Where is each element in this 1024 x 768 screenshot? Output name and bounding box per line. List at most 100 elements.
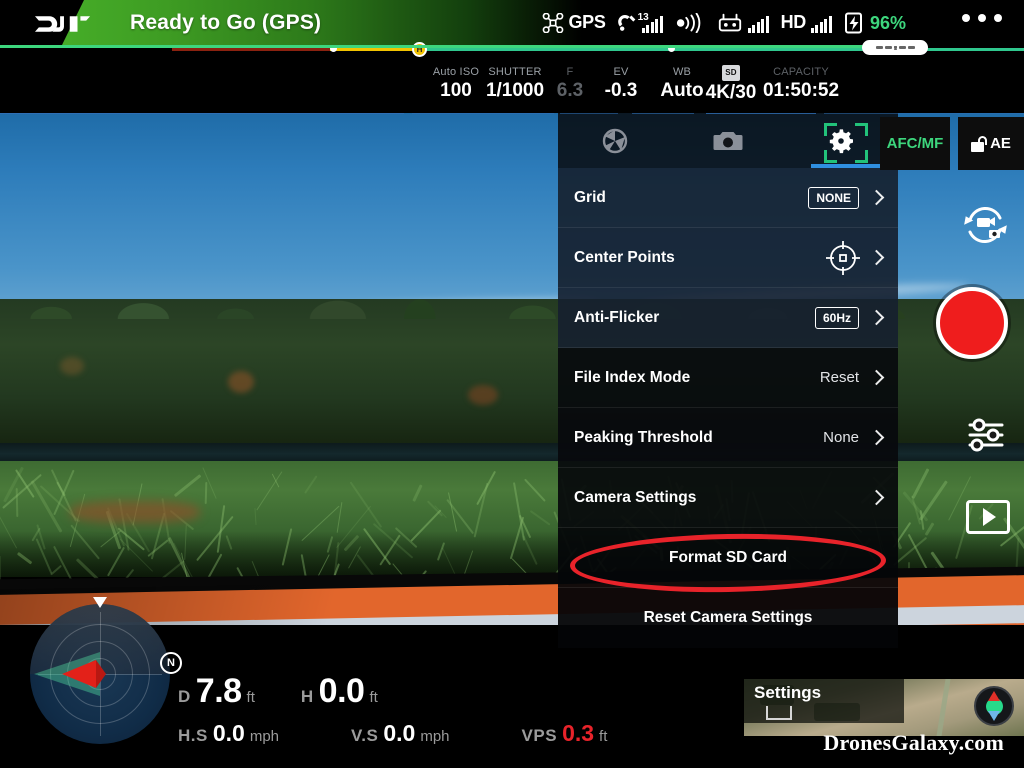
flight-status-title: Ready to Go (GPS) — [130, 11, 321, 35]
v-speed-unit: mph — [420, 728, 449, 745]
setting-row-anti-flicker[interactable]: Anti-Flicker 60Hz — [558, 288, 898, 348]
setting-label: File Index Mode — [574, 369, 690, 387]
grass-blade — [530, 510, 550, 525]
setting-label: Reset Camera Settings — [644, 609, 813, 627]
chevron-right-icon — [869, 430, 885, 446]
line-segment-yellow — [330, 48, 412, 51]
h-speed-key: H.S — [178, 726, 208, 746]
dji-logo[interactable] — [34, 12, 92, 36]
sd-card-chip: SD — [722, 65, 740, 81]
telemetry-height: H 0.0 ft — [301, 672, 378, 711]
param-aperture-value: 6.3 — [548, 79, 592, 103]
hd-label: HD — [781, 12, 806, 33]
autumn-foliage — [60, 357, 84, 375]
map-compass-icon[interactable] — [974, 686, 1014, 726]
param-capacity-label: CAPACITY — [756, 65, 846, 79]
param-ev[interactable]: EV -0.3 — [592, 65, 650, 103]
setting-label: Peaking Threshold — [574, 429, 713, 447]
compass-south-needle — [988, 711, 1000, 721]
remote-controller-group[interactable] — [717, 13, 769, 33]
setting-row-center-points[interactable]: Center Points — [558, 228, 898, 288]
setting-label: Anti-Flicker — [574, 309, 659, 327]
param-sd-value: 4K/30 — [700, 81, 762, 105]
record-shutter-button[interactable] — [936, 287, 1008, 359]
battery-level-bar — [0, 45, 874, 48]
transmission-wave-icon — [675, 13, 705, 33]
height-value: 0.0 — [319, 672, 365, 711]
file-index-mode-value: Reset — [820, 369, 859, 386]
setting-label: Format SD Card — [669, 549, 787, 567]
battery-group[interactable]: 96% — [844, 12, 906, 34]
grass-blade — [174, 474, 202, 497]
param-iso[interactable]: Auto ISO 100 — [428, 65, 484, 103]
setting-row-reset-camera-settings[interactable]: Reset Camera Settings — [558, 588, 898, 648]
chevron-right-icon — [869, 310, 885, 326]
settings-list: Grid NONE Center Points Anti-Flicker 60H… — [558, 168, 898, 648]
exposure-settings-button[interactable] — [964, 412, 1010, 458]
grass-blade — [15, 488, 17, 517]
attitude-radar[interactable]: N — [30, 604, 170, 744]
hd-link-group[interactable]: HD — [781, 12, 832, 33]
dji-go-flight-screen: Ready to Go (GPS) H GPS 13 HD 96% Auto I… — [0, 0, 1024, 768]
telemetry-distance: D 7.8 ft — [178, 672, 255, 711]
setting-row-grid[interactable]: Grid NONE — [558, 168, 898, 228]
remote-controller-icon — [717, 13, 743, 33]
grid-value-chip: NONE — [808, 187, 859, 209]
playback-button[interactable] — [966, 500, 1010, 534]
radar-heading-tick — [93, 597, 107, 608]
switch-photo-video-icon — [960, 200, 1010, 250]
h-speed-unit: mph — [250, 728, 279, 745]
playback-icon — [983, 508, 996, 526]
param-ev-label: EV — [592, 65, 650, 79]
setting-row-peaking-threshold[interactable]: Peaking Threshold None — [558, 408, 898, 468]
focus-mode-button[interactable]: AFC/MF — [880, 117, 950, 170]
param-sd-resolution[interactable]: SD 4K/30 — [700, 65, 762, 105]
map-thumbnail[interactable]: Settings — [744, 679, 1024, 736]
drone-gps-group[interactable]: GPS — [542, 12, 605, 33]
compass-north-needle — [988, 691, 1000, 701]
status-icon-group: GPS 13 HD 96% — [542, 0, 906, 45]
map-overlay-box — [766, 706, 792, 720]
gps-label: GPS — [568, 12, 605, 33]
exposure-sliders-icon — [964, 412, 1010, 458]
grass-blade — [254, 508, 256, 525]
focus-mode-label: AFC/MF — [887, 135, 944, 152]
tab-aperture[interactable] — [558, 113, 671, 168]
dirt-patch — [70, 501, 200, 523]
tab-camera[interactable] — [671, 113, 784, 168]
vps-unit: ft — [599, 728, 607, 745]
ae-lock-label: AE — [990, 135, 1011, 152]
grass-blade — [474, 482, 488, 537]
remote-signal-bars — [748, 16, 769, 33]
af-target-box-icon[interactable] — [824, 123, 868, 163]
param-shutter[interactable]: SHUTTER 1/1000 — [484, 65, 546, 103]
switch-photo-video-button[interactable] — [960, 200, 1010, 250]
param-capacity[interactable]: CAPACITY 01:50:52 — [756, 65, 846, 103]
v-speed-key: V.S — [351, 726, 378, 746]
grass-blade — [412, 485, 422, 502]
map-overlay-label: Settings — [754, 683, 821, 703]
param-iso-value: 100 — [428, 79, 484, 103]
param-aperture[interactable]: F 6.3 — [548, 65, 592, 103]
telemetry-vps: VPS 0.3 ft — [522, 720, 608, 747]
vps-key: VPS — [522, 726, 558, 746]
more-options-icon[interactable] — [962, 14, 1002, 22]
ae-lock-button[interactable]: AE — [958, 117, 1024, 170]
param-ev-value: -0.3 — [592, 79, 650, 103]
vps-value: 0.3 — [562, 720, 594, 747]
chevron-right-icon — [869, 250, 885, 266]
telemetry-horizontal-speed: H.S 0.0 mph — [178, 720, 279, 747]
setting-row-file-index-mode[interactable]: File Index Mode Reset — [558, 348, 898, 408]
top-status-bar: Ready to Go (GPS) H GPS 13 HD 96% — [0, 0, 1024, 57]
grass-blade — [350, 481, 383, 528]
hd-signal-bars — [811, 16, 832, 33]
transmission-group[interactable] — [675, 13, 705, 33]
grass-blade — [912, 468, 930, 499]
setting-row-format-sd-card[interactable]: Format SD Card — [558, 528, 898, 588]
param-aperture-label: F — [548, 65, 592, 79]
telemetry-vertical-speed: V.S 0.0 mph — [351, 720, 450, 747]
satellite-signal-group[interactable]: 13 — [618, 13, 663, 33]
setting-row-camera-settings[interactable]: Camera Settings — [558, 468, 898, 528]
line-segment-green — [412, 48, 1024, 51]
setting-label: Camera Settings — [574, 489, 696, 507]
